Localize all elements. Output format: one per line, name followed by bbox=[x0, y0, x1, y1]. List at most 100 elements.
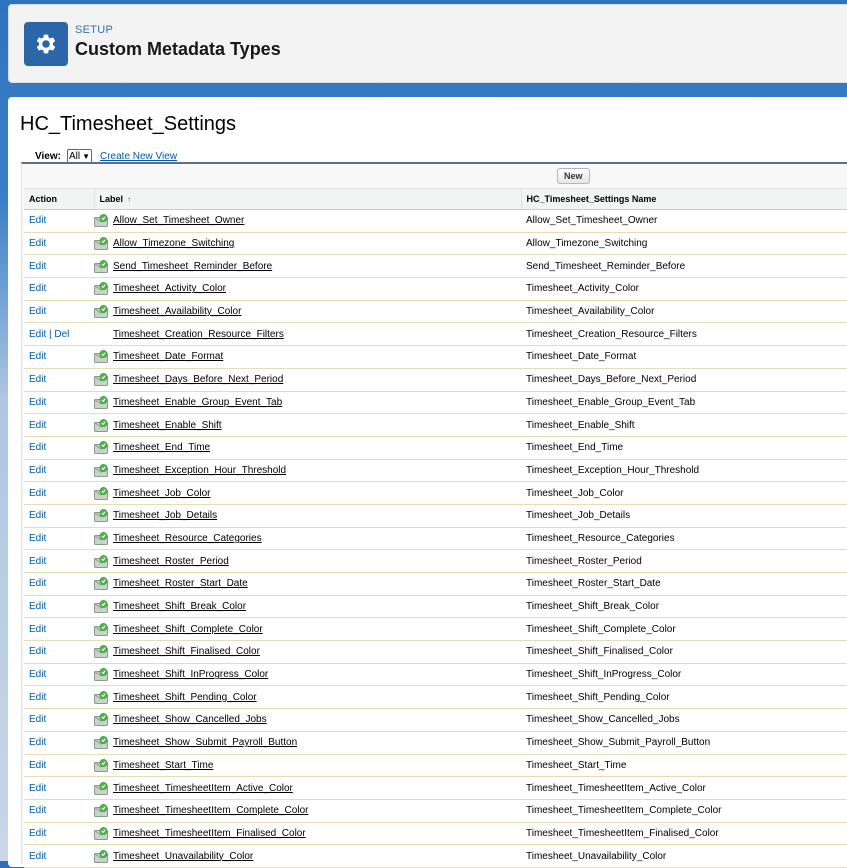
row-label-cell: Timesheet_Shift_Break_Color bbox=[108, 595, 521, 619]
record-label-link[interactable]: Timesheet_TimesheetItem_Complete_Color bbox=[113, 805, 308, 816]
table-row: Edit Timesheet_Shift_Break_Color Timesheet… bbox=[24, 595, 847, 619]
row-action-cell: Edit bbox=[24, 209, 94, 233]
managed-package-icon bbox=[94, 668, 108, 682]
managed-package-icon bbox=[94, 214, 108, 228]
edit-link[interactable]: Edit bbox=[29, 351, 46, 362]
edit-link[interactable]: Edit bbox=[29, 737, 46, 748]
managed-package-icon bbox=[94, 486, 108, 500]
record-label-link[interactable]: Timesheet_Activity_Color bbox=[113, 283, 226, 294]
edit-link[interactable]: Edit bbox=[29, 306, 46, 317]
record-label-link[interactable]: Timesheet_Show_Submit_Payroll_Button bbox=[113, 737, 297, 748]
record-label-link[interactable]: Allow_Set_Timesheet_Owner bbox=[113, 215, 244, 226]
record-label-link[interactable]: Timesheet_Unavailability_Color bbox=[113, 851, 253, 862]
record-label-link[interactable]: Timesheet_Job_Details bbox=[113, 510, 217, 521]
edit-link[interactable]: Edit bbox=[29, 238, 46, 249]
record-label-link[interactable]: Timesheet_Availability_Color bbox=[113, 306, 241, 317]
record-label-link[interactable]: Timesheet_End_Time bbox=[113, 442, 210, 453]
row-label-cell: Timesheet_Days_Before_Next_Period bbox=[108, 368, 521, 392]
row-action-cell: Edit bbox=[24, 663, 94, 687]
record-api-name: Allow_Timezone_Switching bbox=[521, 232, 847, 256]
edit-delete-links[interactable]: Edit | Del bbox=[29, 329, 69, 340]
edit-link[interactable]: Edit bbox=[29, 556, 46, 567]
edit-link[interactable]: Edit bbox=[29, 601, 46, 612]
edit-link[interactable]: Edit bbox=[29, 783, 46, 794]
record-label-link[interactable]: Timesheet_Job_Color bbox=[113, 488, 210, 499]
record-api-name: Timesheet_Exception_Hour_Threshold bbox=[521, 459, 847, 483]
record-label-link[interactable]: Timesheet_Enable_Shift bbox=[113, 420, 222, 431]
record-label-link[interactable]: Allow_Timezone_Switching bbox=[113, 238, 234, 249]
row-action-cell: Edit bbox=[24, 640, 94, 664]
record-label-link[interactable]: Timesheet_Enable_Group_Event_Tab bbox=[113, 397, 282, 408]
record-label-link[interactable]: Timesheet_Shift_Pending_Color bbox=[113, 692, 257, 703]
edit-link[interactable]: Edit bbox=[29, 692, 46, 703]
row-icon-cell bbox=[94, 322, 108, 347]
row-action-cell: Edit bbox=[24, 685, 94, 710]
edit-link[interactable]: Edit bbox=[29, 805, 46, 816]
edit-link[interactable]: Edit bbox=[29, 420, 46, 431]
edit-link[interactable]: Edit bbox=[29, 374, 46, 385]
edit-link[interactable]: Edit bbox=[29, 533, 46, 544]
table-row: Edit Timesheet_Days_Before_Next_Period Tim… bbox=[24, 368, 847, 392]
edit-link[interactable]: Edit bbox=[29, 851, 46, 862]
edit-link[interactable]: Edit bbox=[29, 488, 46, 499]
row-action-cell: Edit bbox=[24, 549, 94, 573]
table-row: Edit Timesheet_Job_Details Timesheet_Job_D… bbox=[24, 504, 847, 528]
row-label-cell: Timesheet_Shift_Complete_Color bbox=[108, 617, 521, 642]
record-api-name: Timesheet_Days_Before_Next_Period bbox=[521, 368, 847, 392]
edit-link[interactable]: Edit bbox=[29, 714, 46, 725]
record-label-link[interactable]: Timesheet_Shift_InProgress_Color bbox=[113, 669, 268, 680]
record-label-link[interactable]: Timesheet_Exception_Hour_Threshold bbox=[113, 465, 286, 476]
row-icon-cell bbox=[94, 459, 108, 483]
row-action-cell: Edit bbox=[24, 617, 94, 642]
row-label-cell: Timesheet_TimesheetItem_Complete_Color bbox=[108, 799, 521, 823]
record-label-link[interactable]: Timesheet_Roster_Period bbox=[113, 556, 229, 567]
record-label-link[interactable]: Timesheet_Resource_Categories bbox=[113, 533, 262, 544]
edit-link[interactable]: Edit bbox=[29, 760, 46, 771]
edit-link[interactable]: Edit bbox=[29, 442, 46, 453]
column-header-name[interactable]: HC_Timesheet_Settings Name bbox=[520, 188, 847, 210]
edit-link[interactable]: Edit bbox=[29, 465, 46, 476]
column-header-label[interactable]: Label ↑ bbox=[93, 188, 521, 210]
table-row: Edit Allow_Set_Timesheet_Owner Allow_Set_T… bbox=[24, 209, 847, 233]
edit-link[interactable]: Edit bbox=[29, 624, 46, 635]
edit-link[interactable]: Edit bbox=[29, 397, 46, 408]
edit-link[interactable]: Edit bbox=[29, 646, 46, 657]
row-icon-cell bbox=[94, 254, 108, 279]
edit-link[interactable]: Edit bbox=[29, 828, 46, 839]
row-label-cell: Timesheet_TimesheetItem_Active_Color bbox=[108, 776, 521, 800]
managed-package-icon bbox=[94, 554, 108, 568]
managed-package-icon bbox=[94, 418, 108, 432]
row-icon-cell bbox=[94, 232, 108, 256]
edit-link[interactable]: Edit bbox=[29, 510, 46, 521]
managed-package-icon bbox=[94, 395, 108, 409]
record-label-link[interactable]: Timesheet_Shift_Finalised_Color bbox=[113, 646, 260, 657]
record-label-link[interactable]: Timesheet_Roster_Start_Date bbox=[113, 578, 248, 589]
edit-link[interactable]: Edit bbox=[29, 215, 46, 226]
record-label-link[interactable]: Timesheet_TimesheetItem_Active_Color bbox=[113, 783, 293, 794]
record-api-name: Send_Timesheet_Reminder_Before bbox=[521, 254, 847, 279]
table-row: Edit Timesheet_Shift_Complete_Color Timesh… bbox=[24, 617, 847, 642]
managed-package-icon bbox=[94, 464, 108, 477]
record-label-link[interactable]: Timesheet_Show_Cancelled_Jobs bbox=[113, 714, 267, 725]
managed-package-icon bbox=[94, 237, 108, 251]
edit-link[interactable]: Edit bbox=[29, 669, 46, 680]
edit-link[interactable]: Edit bbox=[29, 578, 46, 589]
record-label-link[interactable]: Timesheet_Start_Time bbox=[113, 760, 213, 771]
record-api-name: Timesheet_Enable_Shift bbox=[521, 413, 847, 437]
record-label-link[interactable]: Timesheet_Date_Format bbox=[113, 351, 223, 362]
record-label-link[interactable]: Timesheet_Creation_Resource_Filters bbox=[113, 329, 284, 340]
record-label-link[interactable]: Timesheet_Shift_Complete_Color bbox=[113, 624, 263, 635]
record-api-name: Timesheet_Shift_Finalised_Color bbox=[521, 640, 847, 664]
record-label-link[interactable]: Timesheet_Days_Before_Next_Period bbox=[113, 374, 283, 385]
create-new-view-link[interactable]: Create New View bbox=[100, 151, 177, 162]
record-label-link[interactable]: Timesheet_TimesheetItem_Finalised_Color bbox=[113, 828, 306, 839]
record-label-link[interactable]: Timesheet_Shift_Break_Color bbox=[113, 601, 246, 612]
record-label-link[interactable]: Send_Timesheet_Reminder_Before bbox=[113, 261, 272, 272]
record-api-name: Timesheet_Date_Format bbox=[521, 345, 847, 369]
new-button[interactable]: New bbox=[557, 168, 590, 184]
edit-link[interactable]: Edit bbox=[29, 283, 46, 294]
table-row: Edit | Del Timesheet_Creation_Resource_Fi… bbox=[24, 322, 847, 347]
record-api-name: Timesheet_Creation_Resource_Filters bbox=[521, 322, 847, 347]
record-api-name: Timesheet_Roster_Start_Date bbox=[521, 572, 847, 596]
edit-link[interactable]: Edit bbox=[29, 261, 46, 272]
